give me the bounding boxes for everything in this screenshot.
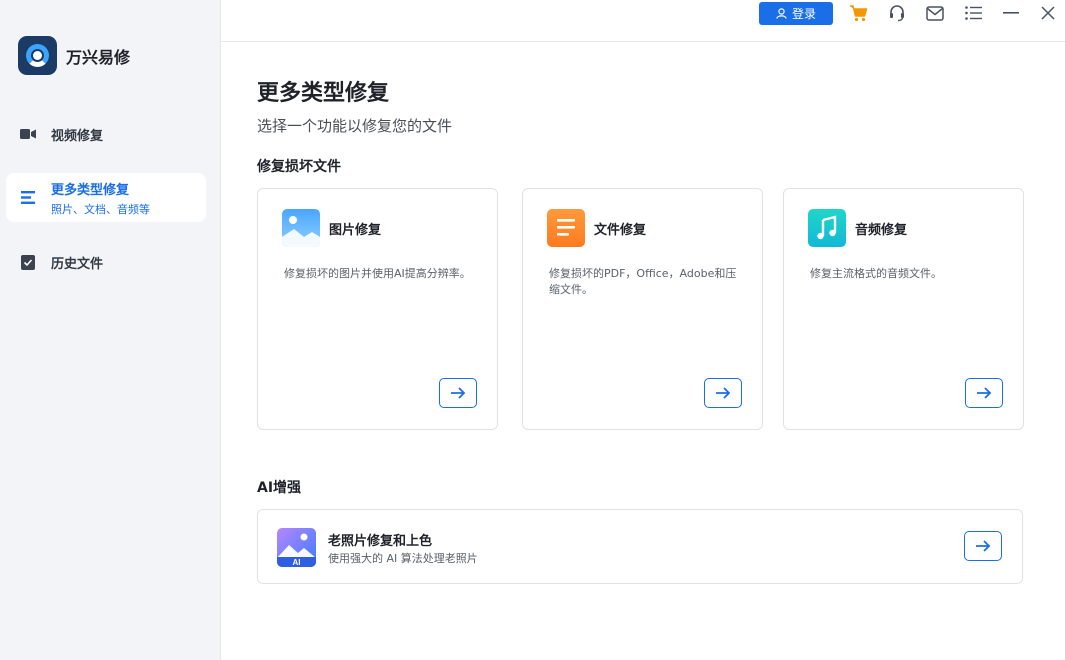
- app-logo-icon: [18, 36, 57, 75]
- sidebar-item-more-repair[interactable]: 更多类型修复 照片、文档、音频等: [6, 173, 206, 222]
- arrow-right-icon: [451, 387, 466, 399]
- sidebar-item-label: 历史文件: [51, 256, 104, 272]
- login-button[interactable]: 登录: [759, 2, 833, 25]
- card-document-repair[interactable]: 文件修复 修复损坏的PDF，Office，Adobe和压缩文件。: [522, 188, 763, 430]
- minimize-icon[interactable]: [1001, 3, 1021, 23]
- ai-feature-title: 老照片修复和上色: [328, 534, 433, 549]
- headset-icon[interactable]: [887, 3, 907, 23]
- brand: 万兴易修: [18, 36, 130, 75]
- sidebar-item-label: 更多类型修复: [51, 182, 130, 198]
- sidebar-item-sublabel: 照片、文档、音频等: [51, 202, 150, 216]
- arrow-right-icon: [976, 540, 991, 552]
- arrow-right-icon: [716, 387, 731, 399]
- ai-old-photo-restore[interactable]: AI 老照片修复和上色 使用强大的 AI 算法处理老照片: [257, 509, 1023, 584]
- open-audio-repair-button[interactable]: [965, 378, 1003, 408]
- document-repair-icon: [547, 209, 585, 247]
- ai-feature-description: 使用强大的 AI 算法处理老照片: [328, 552, 478, 565]
- open-ai-photo-button[interactable]: [964, 531, 1002, 561]
- open-image-repair-button[interactable]: [439, 378, 477, 408]
- app-name: 万兴易修: [66, 47, 131, 67]
- list-icon: [20, 190, 36, 206]
- title-bar: 登录: [221, 0, 1065, 42]
- sidebar-item-history[interactable]: 历史文件: [6, 246, 206, 278]
- ai-badge: AI: [293, 558, 301, 567]
- card-description: 修复损坏的图片并使用AI提高分辨率。: [284, 267, 471, 280]
- card-image-repair[interactable]: 图片修复 修复损坏的图片并使用AI提高分辨率。: [257, 188, 498, 430]
- cart-icon[interactable]: [848, 3, 868, 23]
- sidebar-item-label: 视频修复: [51, 128, 104, 144]
- card-title: 文件修复: [594, 222, 647, 238]
- card-title: 图片修复: [329, 222, 382, 238]
- audio-repair-icon: [808, 209, 846, 247]
- card-title: 音频修复: [855, 222, 908, 238]
- page-title: 更多类型修复: [257, 81, 390, 106]
- app-window: 万兴易修 视频修复 更多类型修复 照片、文档、音频等 历史文件 登录 更多类型修…: [0, 0, 1065, 660]
- arrow-right-icon: [977, 387, 992, 399]
- section-title-repair: 修复损坏文件: [257, 159, 341, 175]
- mail-icon[interactable]: [925, 3, 945, 23]
- login-label: 登录: [791, 7, 816, 21]
- section-title-ai: AI增强: [257, 480, 302, 496]
- video-icon: [20, 126, 36, 142]
- page-subtitle: 选择一个功能以修复您的文件: [257, 117, 453, 135]
- sidebar: 万兴易修 视频修复 更多类型修复 照片、文档、音频等 历史文件: [0, 0, 221, 660]
- menu-icon[interactable]: [963, 3, 983, 23]
- ai-photo-icon: AI: [277, 528, 316, 567]
- user-icon: [776, 8, 787, 19]
- sidebar-item-video-repair[interactable]: 视频修复: [6, 118, 206, 150]
- open-document-repair-button[interactable]: [704, 378, 742, 408]
- card-description: 修复主流格式的音频文件。: [810, 267, 942, 280]
- image-repair-icon: [282, 209, 320, 247]
- close-icon[interactable]: [1038, 3, 1058, 23]
- card-description: 修复损坏的PDF，Office，Adobe和压缩文件。: [549, 267, 737, 296]
- history-file-icon: [20, 254, 36, 270]
- card-audio-repair[interactable]: 音频修复 修复主流格式的音频文件。: [783, 188, 1024, 430]
